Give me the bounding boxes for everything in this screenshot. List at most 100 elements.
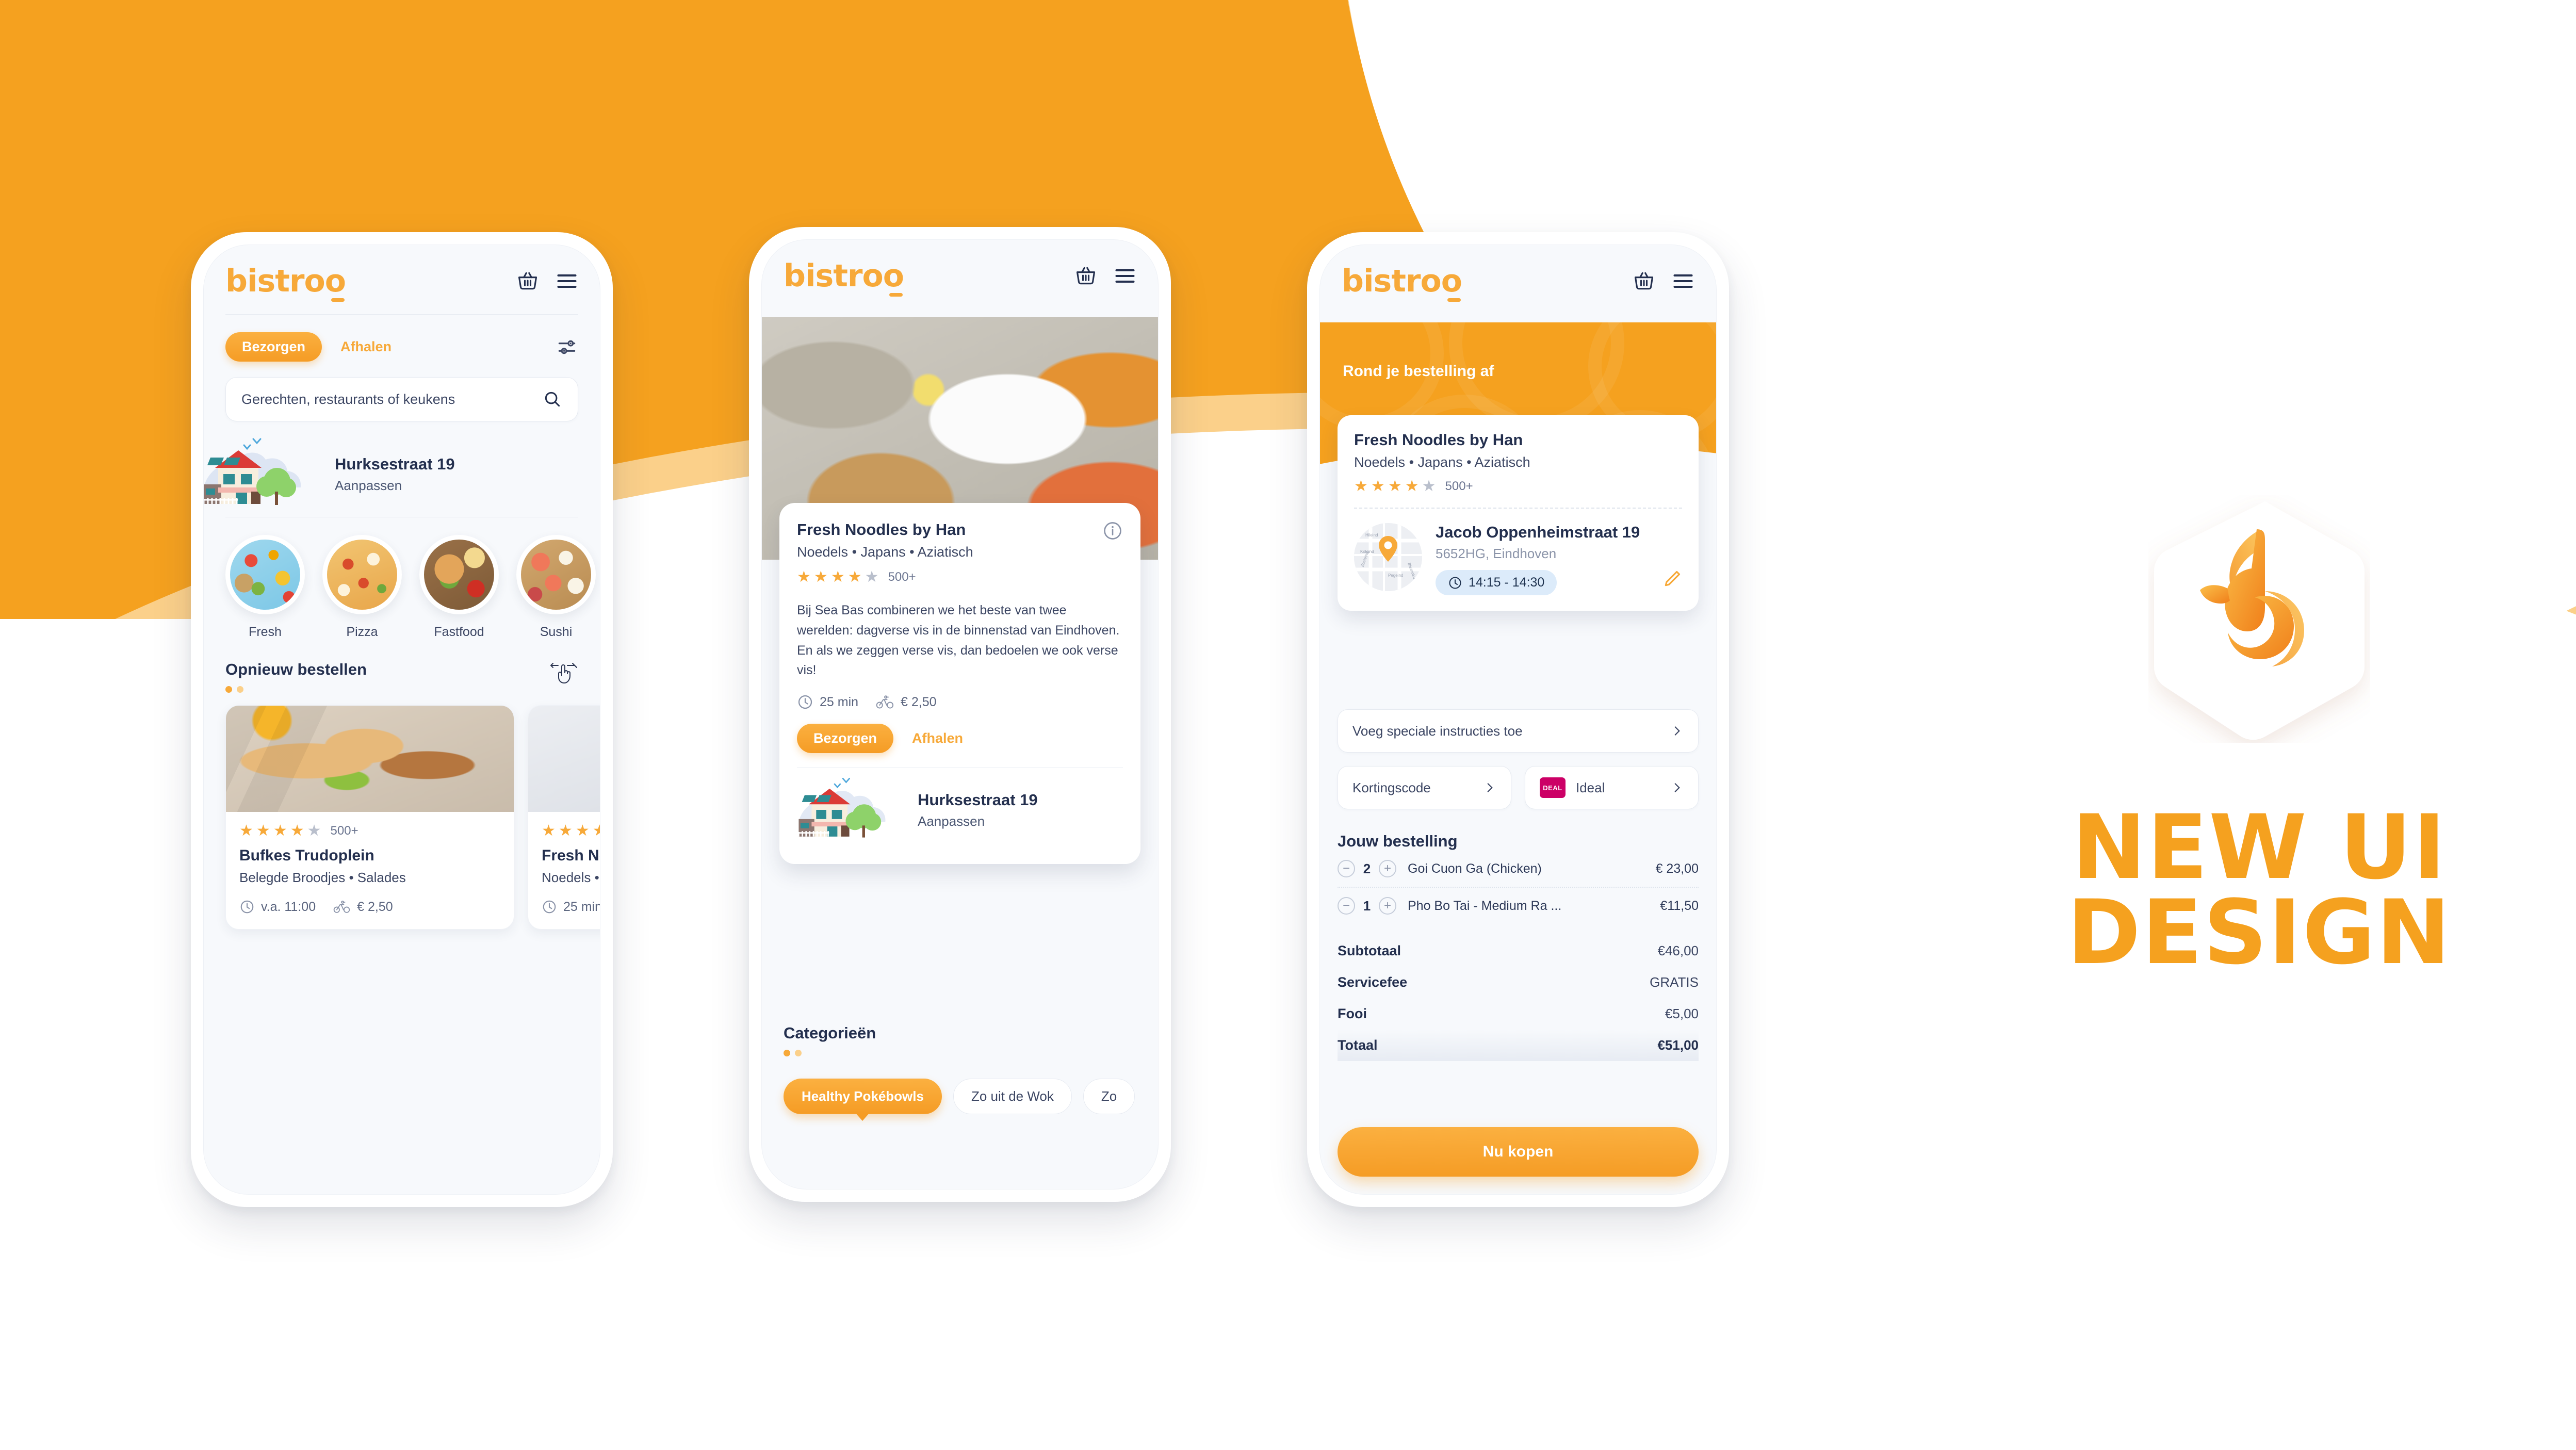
header-icons <box>516 270 578 292</box>
buy-now-button[interactable]: Nu kopen <box>1338 1127 1699 1177</box>
rating-stars: ★★★★★ 500+ <box>1354 478 1473 495</box>
tab-afhalen[interactable]: Afhalen <box>909 724 966 753</box>
bistroo-logo[interactable]: bistroo <box>1342 263 1462 302</box>
category-item-pizza[interactable]: Pizza <box>322 535 402 640</box>
category-bubble <box>419 535 499 614</box>
chip-healthy-pokebowls[interactable]: Healthy Pokébowls <box>784 1079 942 1114</box>
chip-zo-uit-de-wok[interactable]: Zo uit de Wok <box>953 1079 1072 1114</box>
hamburger-menu-icon[interactable] <box>1114 265 1136 287</box>
increment-button[interactable]: + <box>1379 897 1396 915</box>
card-dashed-divider <box>1354 508 1682 509</box>
restaurant-tags: Noedels • Japans • Aziatisch <box>797 544 973 560</box>
decrement-button[interactable]: − <box>1338 897 1355 915</box>
restaurant-card-rail[interactable]: ★ ★ ★ ★ ★ 500+ Bufkes Trudoplein Belegde Bro… <box>204 693 600 930</box>
payment-method-button[interactable]: DEAL Ideal <box>1525 766 1699 809</box>
total-label: Subtotaal <box>1338 943 1401 958</box>
restaurant-name: Bufkes Trudoplein <box>239 847 374 864</box>
app-header: bistroo <box>1320 245 1716 310</box>
total-row-subtotaal: Subtotaal €46,00 <box>1338 935 1699 967</box>
increment-button[interactable]: + <box>1379 860 1396 877</box>
categories-section-header: Categorieën <box>762 1003 1158 1056</box>
app-header: bistroo <box>762 240 1158 297</box>
address-edit-link[interactable]: Aanpassen <box>335 478 455 494</box>
delivery-postal: 5652HG, Eindhoven <box>1436 546 1557 561</box>
swipe-hand-icon <box>549 658 578 687</box>
item-price: € 23,00 <box>1655 861 1699 876</box>
category-label: Fresh <box>249 625 282 639</box>
delivery-time: 25 min <box>797 694 858 710</box>
logo-text: bistroo <box>225 263 346 299</box>
category-photo <box>230 540 300 610</box>
order-item-row[interactable]: − 1 + Pho Bo Tai - Medium Ra ... €11,50 <box>1338 888 1699 924</box>
phone-mockup-home: bistroo Bezorgen Afhalen Gerechten, rest… <box>191 232 613 1207</box>
total-label: Servicefee <box>1338 974 1408 990</box>
restaurant-card[interactable]: ★★★★★ 500+ Fresh Noodles by Han Noedels … <box>528 705 600 930</box>
screen-checkout: bistroo Rond je bestelling af Fresh Nood… <box>1319 245 1717 1195</box>
bistroo-logo[interactable]: bistroo <box>784 260 904 297</box>
headline: NEW UI DESIGN <box>2027 803 2491 976</box>
time-slot-value: 14:15 - 14:30 <box>1469 575 1545 590</box>
opening-time: v.a. 11:00 <box>239 899 316 915</box>
svg-text:Pegeind: Pegeind <box>1388 573 1403 578</box>
logo-text: bistroo <box>1342 263 1462 299</box>
restaurant-name: Fresh Noodles by Han <box>797 520 966 539</box>
basket-icon[interactable] <box>1633 270 1655 292</box>
filter-sliders-icon[interactable] <box>556 336 578 359</box>
branding-block: NEW UI DESIGN <box>2027 495 2491 977</box>
tab-bezorgen[interactable]: Bezorgen <box>797 724 894 753</box>
category-item-fastfood[interactable]: Fastfood <box>419 535 499 640</box>
category-item-fresh[interactable]: Fresh <box>225 535 305 640</box>
chevron-right-icon <box>1670 781 1684 794</box>
hamburger-menu-icon[interactable] <box>1672 270 1694 292</box>
search-input[interactable]: Gerechten, restaurants of keukens <box>225 377 578 421</box>
address-edit-link[interactable]: Aanpassen <box>918 813 1038 829</box>
opening-time: 25 min <box>542 899 600 915</box>
category-photo <box>424 540 494 610</box>
bistroo-logo[interactable]: bistroo <box>225 263 346 302</box>
chip-zo[interactable]: Zo <box>1083 1079 1135 1114</box>
tab-afhalen[interactable]: Afhalen <box>337 332 395 362</box>
address-text: Hurksestraat 19 Aanpassen <box>333 455 455 494</box>
review-count: 500+ <box>888 570 916 584</box>
house-illustration <box>204 431 333 517</box>
section-title: Categorieën <box>784 1024 876 1042</box>
category-item-sushi[interactable]: Sushi <box>516 535 596 640</box>
delivery-address-block[interactable]: Hurksestraat 19 Aanpassen <box>204 431 600 517</box>
rating-stars: ★★★★★ 500+ <box>797 568 916 585</box>
hamburger-menu-icon[interactable] <box>556 270 578 292</box>
carousel-dots <box>784 1050 1136 1056</box>
category-photo <box>327 540 397 610</box>
clock-icon <box>1448 576 1462 590</box>
item-quantity: 2 <box>1363 860 1371 876</box>
discount-code-button[interactable]: Kortingscode <box>1338 766 1511 809</box>
delivery-fee: € 2,50 <box>876 694 937 710</box>
tab-bezorgen[interactable]: Bezorgen <box>225 332 322 362</box>
section-title: Opnieuw bestellen <box>225 660 367 678</box>
basket-icon[interactable] <box>516 270 539 292</box>
category-chips-rail[interactable]: Healthy Pokébowls Zo uit de Wok Zo <box>762 1065 1158 1114</box>
search-icon[interactable] <box>543 389 562 409</box>
chevron-right-icon <box>1483 781 1496 794</box>
bistroo-hex-logo <box>2148 495 2370 743</box>
restaurant-tags: Noedels • Japans • Aziatisch <box>1354 454 1530 470</box>
map-thumbnail[interactable]: Hileind Koleind Pegeind Zoeteind Biezenk… <box>1354 523 1422 591</box>
decrement-button[interactable]: − <box>1338 860 1355 877</box>
order-item-row[interactable]: − 2 + Goi Cuon Ga (Chicken) € 23,00 <box>1338 851 1699 887</box>
delivery-address-block[interactable]: Hurksestraat 19 Aanpassen <box>797 771 1123 849</box>
category-circles-rail[interactable]: Fresh Pizza Fastfood Sushi <box>204 517 600 640</box>
carousel-dots <box>225 686 367 693</box>
logo-underscore <box>1447 298 1461 302</box>
delivery-time-slot[interactable]: 14:15 - 14:30 <box>1436 570 1557 595</box>
basket-icon[interactable] <box>1074 265 1097 287</box>
special-instructions-button[interactable]: Voeg speciale instructies toe <box>1338 709 1699 753</box>
restaurant-card[interactable]: ★ ★ ★ ★ ★ 500+ Bufkes Trudoplein Belegde Bro… <box>225 705 514 930</box>
rating-stars: ★★★★★ 500+ <box>542 822 600 839</box>
logo-underscore <box>889 293 903 297</box>
restaurant-tags: Noedels • Japans • Aziatisch <box>542 870 600 885</box>
address-text: Hurksestraat 19 Aanpassen <box>916 791 1038 829</box>
pencil-edit-icon[interactable] <box>1662 569 1682 589</box>
svg-text:Hileind: Hileind <box>1365 533 1378 537</box>
delivery-address-row: Hileind Koleind Pegeind Zoeteind Biezenk… <box>1354 523 1682 595</box>
info-circle-icon[interactable] <box>1102 520 1123 541</box>
phone-mockup-checkout: bistroo Rond je bestelling af Fresh Nood… <box>1307 232 1729 1207</box>
